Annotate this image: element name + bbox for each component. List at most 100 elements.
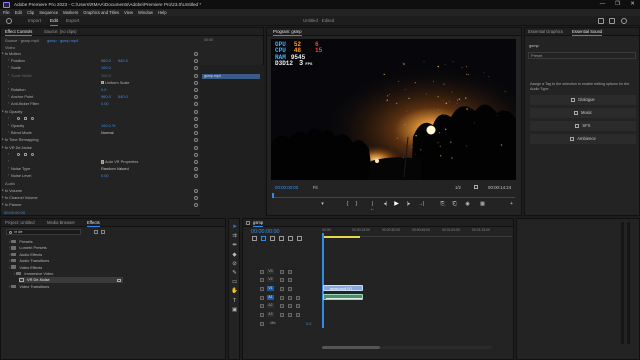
reset-parameter-icon[interactable]	[194, 59, 198, 64]
track-header[interactable]: V1	[258, 285, 322, 292]
disclosure-triangle-icon[interactable]: ▸	[2, 51, 4, 57]
disclosure-triangle-icon[interactable]: ›	[8, 173, 9, 179]
source-label[interactable]: Source · gsmp.mp4	[5, 38, 39, 43]
disclosure-triangle-icon[interactable]: ›	[8, 159, 9, 165]
timeline-scrollbar[interactable]	[322, 346, 492, 349]
track-name[interactable]: A3	[267, 312, 274, 317]
pen-mask-icon[interactable]	[31, 152, 35, 157]
mic-icon[interactable]	[296, 303, 300, 308]
disclosure-triangle-icon[interactable]: ›	[8, 58, 9, 64]
effect-row[interactable]: › Opacity 100.0 %	[1, 123, 201, 129]
effects-folder-item[interactable]: › Lumetri Presets	[9, 245, 47, 251]
reset-parameter-icon[interactable]	[194, 109, 198, 114]
disclosure-triangle-icon[interactable]: ▸	[2, 188, 4, 194]
effect-row[interactable]: ▸ fx Volume	[1, 188, 201, 194]
ambience-button[interactable]: Ambience	[530, 134, 636, 144]
time-ruler[interactable]: 00:00 00:00:15:00 00:00:30:00 00:00:45:00 00…	[322, 228, 512, 238]
dialogue-button[interactable]: Dialogue	[530, 95, 636, 105]
go-to-in-icon[interactable]: |←	[370, 202, 375, 212]
lift-icon[interactable]: ⎘	[440, 202, 445, 207]
menu-help[interactable]: Help	[158, 9, 167, 16]
menu-window[interactable]: Window	[138, 9, 153, 16]
track-header[interactable]: V3	[258, 268, 322, 275]
preset-select[interactable]: Preset	[528, 52, 636, 59]
checkbox[interactable]	[101, 80, 105, 85]
effect-value[interactable]: 100.0	[101, 65, 111, 71]
rect-mask-icon[interactable]	[24, 152, 28, 157]
effect-row[interactable]: › Auto VR Properties	[1, 159, 201, 165]
effect-value-2[interactable]: 540.0	[118, 94, 128, 100]
razor-tool-icon[interactable]: ◆	[231, 252, 238, 259]
effect-row[interactable]: › Anchor Point 960.0 540.0	[1, 94, 201, 100]
disclosure-triangle-icon[interactable]: ›	[8, 101, 9, 107]
track-lock-icon[interactable]	[260, 286, 264, 291]
effects-folder-item[interactable]: › Video Effects	[9, 265, 42, 271]
step-back-icon[interactable]: ◂|	[383, 202, 388, 207]
track-name[interactable]: V3	[267, 269, 274, 274]
maximize-button[interactable]: ❐	[610, 0, 625, 9]
effect-row[interactable]: ▸ fx Channel Volume	[1, 195, 201, 201]
disclosure-triangle-icon[interactable]: ›	[8, 87, 9, 93]
effect-value[interactable]: 0.0	[101, 87, 106, 93]
reset-parameter-icon[interactable]	[194, 88, 198, 92]
solo-icon[interactable]	[288, 312, 292, 317]
resolution-select[interactable]: 1/2	[455, 185, 461, 190]
effect-value[interactable]: 100.0	[101, 73, 111, 79]
mark-out-icon[interactable]: }	[354, 202, 359, 207]
disclosure-triangle-icon[interactable]: ›	[8, 130, 9, 136]
effect-value-2[interactable]: 540.0	[118, 58, 128, 64]
effect-value[interactable]: 0.00	[101, 173, 109, 179]
track-lock-icon[interactable]	[260, 312, 264, 317]
reset-parameter-icon[interactable]	[194, 102, 198, 107]
effect-controls-timecode[interactable]: 00:00:00:00	[4, 210, 25, 215]
extract-icon[interactable]: ⎗	[452, 202, 457, 207]
track-lock-icon[interactable]	[260, 295, 264, 300]
compare-icon[interactable]: ▦	[480, 202, 485, 207]
tab-media-browser[interactable]: Media Browser	[47, 219, 75, 227]
menu-sequence[interactable]: Sequence	[39, 9, 58, 16]
audio-clip[interactable]	[323, 294, 363, 300]
disclosure-triangle-icon[interactable]: ›	[8, 80, 9, 86]
reset-parameter-icon[interactable]	[194, 124, 198, 128]
effect-row[interactable]: ▸ fx Panner	[1, 202, 201, 208]
tab-effects[interactable]: Effects	[87, 219, 100, 227]
caption-tool-icon[interactable]: ▣	[231, 307, 238, 314]
effect-item-selected[interactable]: VR De-Noise	[19, 277, 123, 284]
rect-mask-icon[interactable]	[24, 116, 28, 121]
tab-essential-graphics[interactable]: Essential Graphics	[528, 28, 563, 36]
disclosure-triangle-icon[interactable]: ›	[8, 166, 9, 172]
eye-icon[interactable]	[288, 286, 292, 291]
minimize-button[interactable]: —	[595, 0, 610, 9]
workspace-tab-import[interactable]: Import	[28, 16, 41, 26]
reset-parameter-icon[interactable]	[194, 66, 198, 71]
workspace-tab-export[interactable]: Export	[66, 16, 79, 26]
effect-row[interactable]: ▸ fx Opacity	[1, 109, 201, 115]
mute-icon[interactable]	[280, 312, 284, 317]
program-video-frame[interactable]: GPU 52 6 CPU 48 15 RAM 9545 D3D12 3 FPS	[271, 39, 516, 180]
effect-value[interactable]: 100.0 %	[101, 123, 115, 129]
reset-parameter-icon[interactable]	[194, 116, 198, 121]
disclosure-triangle-icon[interactable]: ▸	[2, 195, 4, 201]
menu-view[interactable]: View	[124, 9, 133, 16]
effects-search-input[interactable]: vr de	[6, 229, 81, 235]
program-scrub-bar[interactable]	[272, 193, 515, 198]
track-lock-icon[interactable]	[260, 269, 264, 274]
tab-source[interactable]: Source: (no clips)	[44, 28, 77, 36]
add-marker-icon[interactable]	[279, 236, 284, 241]
track-lock-icon[interactable]	[260, 321, 264, 326]
effect-row[interactable]: ▸ fx VR De-Noise	[1, 145, 201, 151]
selection-tool-icon[interactable]: ➤	[231, 224, 238, 231]
sfx-button[interactable]: SFX	[530, 121, 636, 131]
reset-parameter-icon[interactable]	[194, 131, 198, 136]
reset-parameter-icon[interactable]	[194, 80, 198, 85]
effect-row[interactable]: ▸ fx Motion	[1, 51, 201, 57]
go-to-out-icon[interactable]: →|	[418, 202, 424, 207]
track-name[interactable]: Mix	[267, 321, 279, 326]
insert-overwrite-icon[interactable]	[252, 236, 257, 241]
mute-icon[interactable]	[280, 295, 284, 300]
reset-parameter-icon[interactable]	[194, 73, 198, 78]
eye-icon[interactable]	[288, 269, 292, 274]
effect-row[interactable]: › Rotation 0.0	[1, 87, 201, 93]
ellipse-mask-icon[interactable]	[17, 152, 21, 157]
menu-graphics-and-titles[interactable]: Graphics and Titles	[83, 9, 119, 16]
